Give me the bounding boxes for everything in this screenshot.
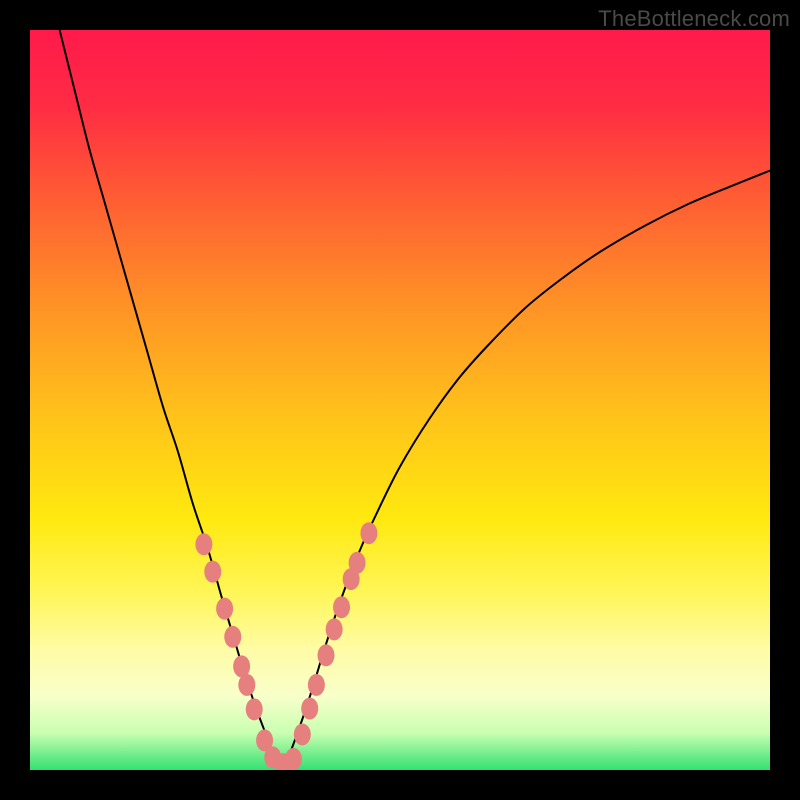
highlight-dot — [333, 596, 350, 618]
highlight-dot — [204, 561, 221, 583]
highlight-dot — [326, 618, 343, 640]
highlight-dots-group — [195, 522, 377, 770]
chart-svg — [30, 30, 770, 770]
highlight-dot — [224, 626, 241, 648]
plot-area — [30, 30, 770, 770]
highlight-dot — [294, 723, 311, 745]
highlight-dot — [238, 674, 255, 696]
curve-right-branch — [282, 171, 770, 767]
highlight-dot — [301, 698, 318, 720]
highlight-dot — [246, 698, 263, 720]
outer-frame: TheBottleneck.com — [0, 0, 800, 800]
highlight-dot — [318, 644, 335, 666]
highlight-dot — [216, 598, 233, 620]
highlight-dot — [308, 674, 325, 696]
highlight-dot — [285, 748, 302, 770]
highlight-dot — [349, 552, 366, 574]
curve-left-branch — [60, 30, 282, 766]
highlight-dot — [360, 522, 377, 544]
watermark-text: TheBottleneck.com — [598, 6, 790, 32]
highlight-dot — [195, 533, 212, 555]
